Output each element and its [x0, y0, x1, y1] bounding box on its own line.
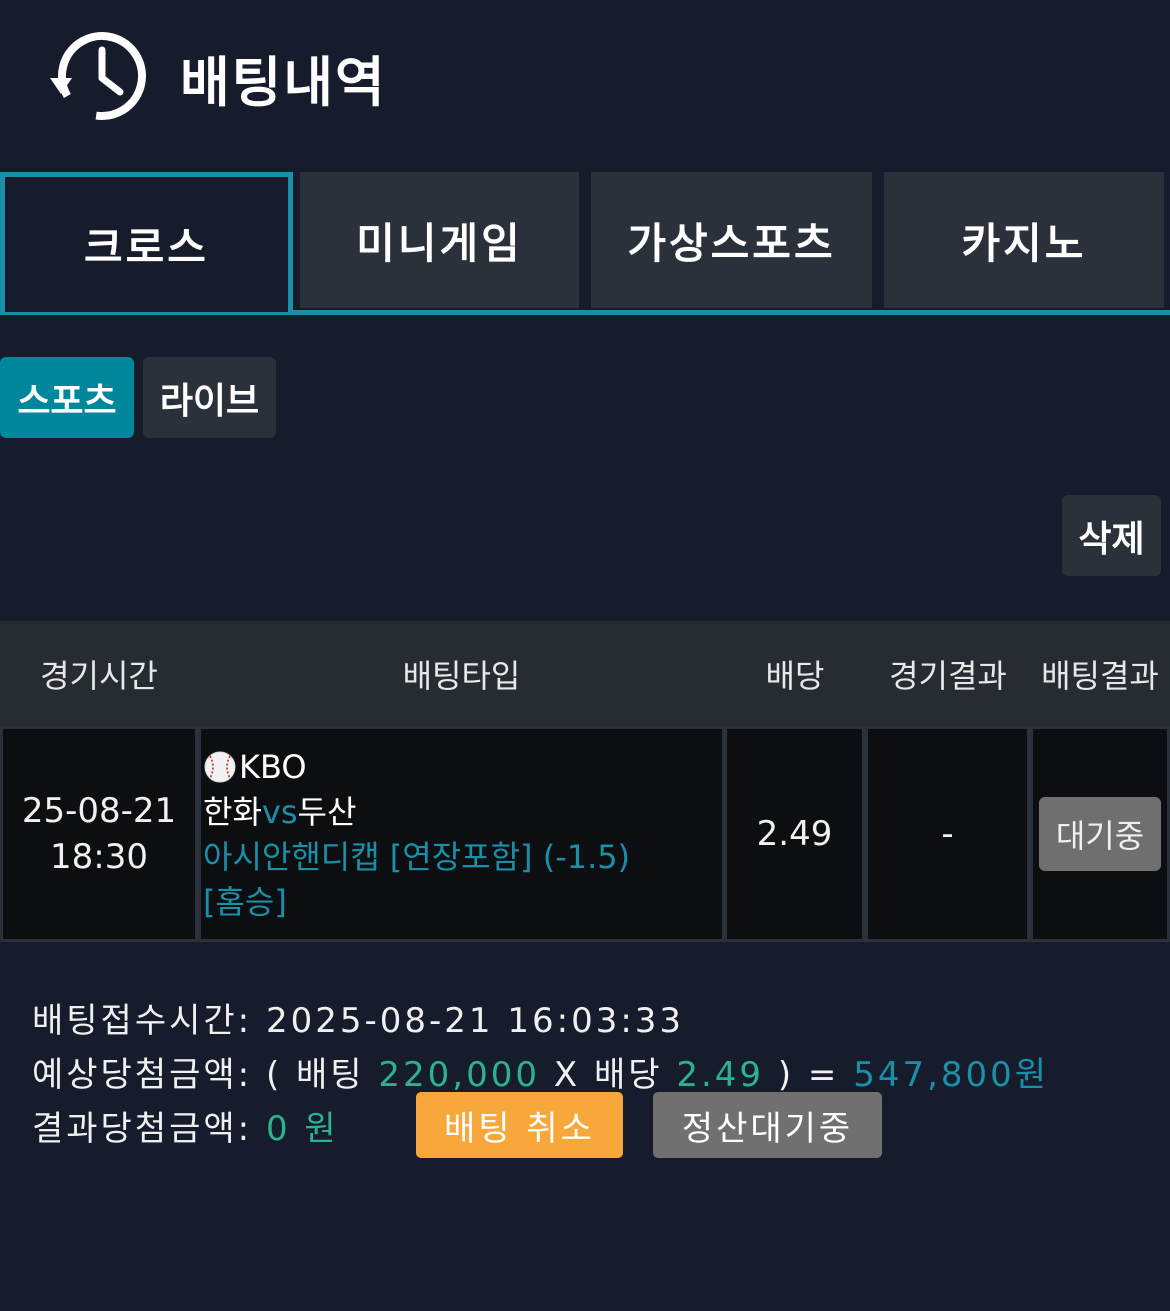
vs-label: vs: [261, 793, 298, 831]
accept-time-label: 배팅접수시간:: [32, 1001, 253, 1041]
cell-bet-result: 대기중: [1033, 729, 1167, 939]
close-equals: ) =: [777, 1055, 840, 1095]
bet-amount-label: 배팅: [296, 1055, 365, 1095]
cell-game-time: 25-08-21 18:30: [3, 729, 195, 939]
delete-button[interactable]: 삭제: [1062, 495, 1161, 576]
column-header-game-time: 경기시간: [40, 656, 158, 695]
bet-market: 아시안핸디캡 [연장포함] (-1.5): [203, 838, 631, 876]
tab-virtual-sports[interactable]: 가상스포츠: [591, 172, 872, 308]
column-header-odds: 배당: [765, 656, 825, 695]
tab-label: 미니게임: [356, 218, 523, 268]
subtab-label: 스포츠: [17, 380, 117, 422]
odds-label: 배당: [593, 1055, 663, 1095]
page-title: 배팅내역: [180, 51, 387, 114]
page-header: 배팅내역: [0, 0, 1170, 160]
accept-time-line: 배팅접수시간: 2025-08-21 16:03:33: [32, 993, 684, 1042]
bet-amount-value: 220,000: [378, 1055, 541, 1095]
column-header-bet-result: 배팅결과: [1041, 656, 1159, 695]
subtab-label: 라이브: [159, 380, 260, 422]
home-team: 한화: [203, 793, 262, 831]
open-paren: (: [265, 1055, 283, 1095]
table-row: 25-08-21 18:30 KBO 한화vs두산 아시안핸디캡 [연장포함] …: [0, 726, 1170, 942]
subtab-live[interactable]: 라이브: [143, 357, 276, 438]
subtab-sports[interactable]: 스포츠: [0, 357, 134, 438]
tab-label: 카지노: [961, 218, 1087, 268]
cell-bet-type: KBO 한화vs두산 아시안핸디캡 [연장포함] (-1.5) [홈승]: [201, 729, 722, 939]
table-header: 경기시간 배팅타입 배당 경기결과 배팅결과: [0, 621, 1170, 726]
matchup-line: 한화vs두산: [203, 790, 722, 835]
category-tabs: 크로스 미니게임 가상스포츠 카지노: [0, 170, 1170, 315]
odds-summary-value: 2.49: [676, 1055, 765, 1095]
result-payout-value: 0 원: [265, 1109, 339, 1149]
accept-time-value: 2025-08-21 16:03:33: [265, 1001, 685, 1041]
multiply-sign: X: [553, 1055, 581, 1095]
bet-pick: [홈승]: [203, 883, 287, 921]
cell-game-result: -: [868, 729, 1027, 939]
result-payout-label: 결과당첨금액:: [32, 1109, 253, 1149]
history-clock-icon: [50, 32, 146, 120]
expected-payout-value: 547,800원: [853, 1055, 1050, 1095]
league-line: KBO: [203, 745, 722, 790]
league-name: KBO: [239, 748, 307, 786]
odds-value: 2.49: [756, 814, 833, 854]
game-time: 18:30: [50, 837, 148, 877]
tab-label: 크로스: [84, 223, 209, 272]
result-payout-line: 결과당첨금액: 0 원: [32, 1101, 339, 1150]
expected-payout-label: 예상당첨금액:: [32, 1055, 253, 1095]
bet-status-badge: 대기중: [1039, 797, 1161, 871]
game-date: 25-08-21: [21, 791, 177, 831]
column-header-game-result: 경기결과: [889, 656, 1007, 695]
tab-casino[interactable]: 카지노: [884, 172, 1164, 308]
cell-odds: 2.49: [727, 729, 862, 939]
column-header-bet-type: 배팅타입: [402, 656, 521, 695]
settlement-pending-button[interactable]: 정산대기중: [653, 1092, 882, 1158]
game-result-value: -: [941, 814, 954, 854]
baseball-icon: [204, 751, 236, 783]
away-team: 두산: [297, 793, 357, 831]
cancel-bet-button[interactable]: 배팅 취소: [416, 1092, 623, 1158]
tab-cross[interactable]: 크로스: [0, 172, 293, 312]
tab-label: 가상스포츠: [627, 218, 836, 268]
expected-payout-line: 예상당첨금액: ( 배팅 220,000 X 배당 2.49 ) = 547,8…: [32, 1047, 1049, 1096]
tab-minigame[interactable]: 미니게임: [300, 172, 579, 308]
